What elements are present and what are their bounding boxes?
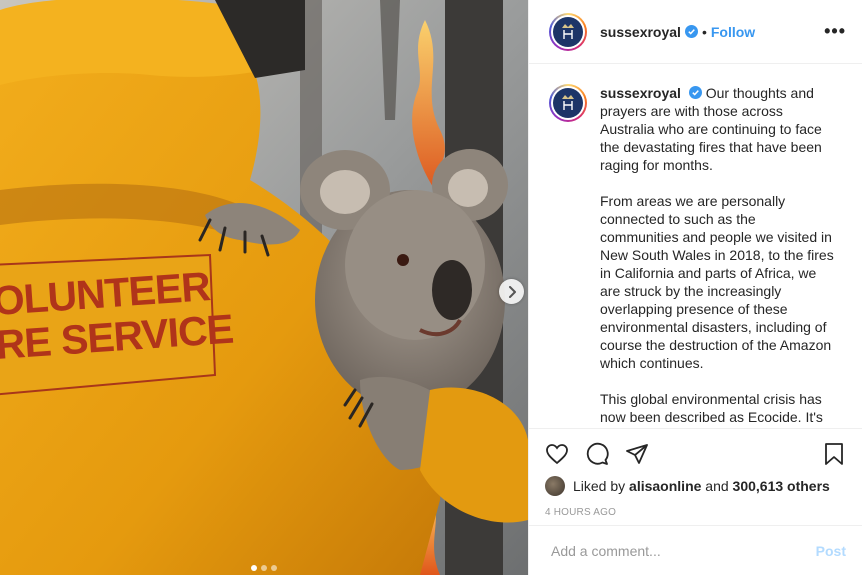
- caption-paragraph-2: From areas we are personally connected t…: [600, 193, 834, 371]
- post-comment-button[interactable]: Post: [816, 543, 846, 559]
- engagement-section: Liked by alisaonline and 300,613 others …: [529, 428, 862, 525]
- header-username[interactable]: sussexroyal: [600, 24, 681, 40]
- avatar[interactable]: [549, 12, 587, 51]
- likes-summary: Liked by alisaonline and 300,613 others: [545, 476, 846, 496]
- heart-icon: [546, 444, 568, 465]
- likes-prefix: Liked by: [573, 478, 626, 494]
- add-comment-bar: Post: [529, 525, 862, 575]
- carousel-dot: [271, 565, 277, 571]
- carousel-dot: [251, 565, 257, 571]
- royal-monogram-icon: [553, 88, 583, 118]
- carousel-next-button[interactable]: [499, 279, 524, 304]
- caption-paragraph-3: This global environmental crisis has now…: [600, 391, 823, 428]
- jacket-label: OLUNTEER RE SERVICE: [0, 263, 234, 368]
- avatar-ring: [551, 14, 585, 49]
- liker-username[interactable]: alisaonline: [629, 478, 701, 494]
- like-button[interactable]: [545, 442, 569, 466]
- comment-input[interactable]: [551, 542, 816, 559]
- caption-section: sussexroyal Our thoughts and prayers are…: [529, 64, 862, 428]
- chevron-right-icon: [508, 285, 516, 298]
- comment-button[interactable]: [585, 442, 609, 466]
- post-timestamp[interactable]: 4 HOURS AGO: [545, 507, 846, 518]
- post-header: sussexroyal • Follow •••: [529, 0, 862, 64]
- more-options-icon[interactable]: •••: [824, 21, 846, 42]
- header-separator: •: [701, 23, 707, 40]
- action-bar: [545, 437, 846, 471]
- instagram-post: OLUNTEER RE SERVICE sussexroyal • Follow…: [0, 0, 862, 575]
- royal-monogram-icon: [553, 16, 583, 47]
- caption-username[interactable]: sussexroyal: [600, 85, 681, 101]
- verified-badge-icon: [688, 86, 702, 99]
- follow-button[interactable]: Follow: [711, 24, 755, 40]
- comment-icon: [586, 442, 609, 465]
- carousel-dot: [261, 565, 267, 571]
- likes-middle: and: [705, 478, 729, 494]
- avatar-ring: [551, 86, 585, 120]
- caption-paragraph-1: sussexroyal Our thoughts and prayers are…: [600, 84, 838, 174]
- share-button[interactable]: [625, 442, 649, 466]
- save-button[interactable]: [822, 442, 846, 466]
- likes-count[interactable]: 300,613 others: [733, 478, 830, 494]
- caption-text: sussexroyal Our thoughts and prayers are…: [600, 84, 838, 428]
- carousel-indicator: [0, 565, 528, 571]
- share-icon: [626, 444, 648, 464]
- verified-badge-icon: [684, 25, 698, 38]
- caption-avatar[interactable]: [549, 84, 587, 122]
- liker-avatar[interactable]: [545, 476, 565, 496]
- post-side-panel: sussexroyal • Follow ••• sussexroyal Our…: [528, 0, 862, 575]
- bookmark-icon: [825, 443, 843, 465]
- post-media[interactable]: OLUNTEER RE SERVICE: [0, 0, 528, 575]
